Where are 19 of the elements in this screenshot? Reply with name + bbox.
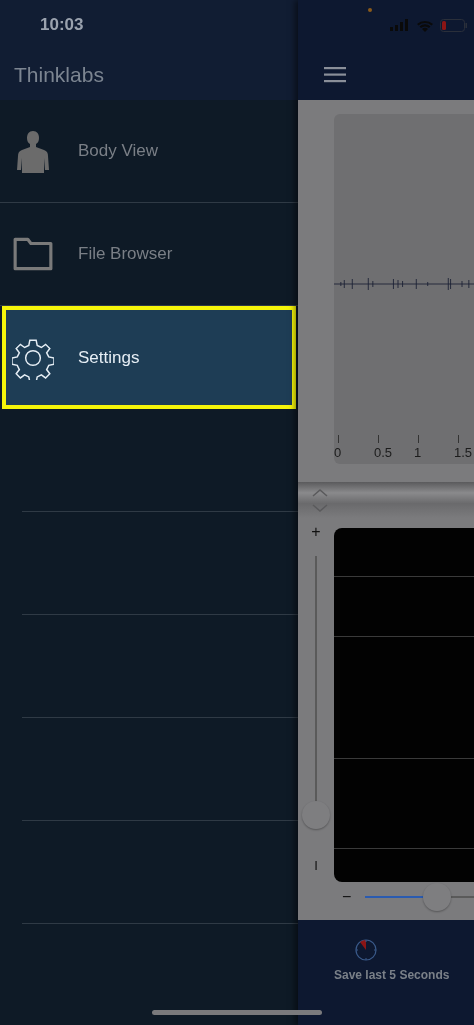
signal-icon xyxy=(390,19,410,31)
timer-icon xyxy=(354,938,378,962)
axis-label: 1.5 xyxy=(454,445,473,460)
menu-item[interactable]: Body View xyxy=(0,100,298,203)
plus-label: + xyxy=(311,524,321,540)
status-time: 10:03 xyxy=(40,15,84,35)
slider-thumb[interactable] xyxy=(302,801,330,830)
minus-label: I xyxy=(314,858,318,874)
wifi-icon xyxy=(416,18,434,32)
axis-label: 1 xyxy=(414,445,422,460)
slider-thumb[interactable] xyxy=(423,883,452,911)
axis-label: 0 xyxy=(334,445,342,460)
battery-icon xyxy=(440,18,468,32)
app-title: Thinklabs xyxy=(14,63,104,87)
menu-item[interactable]: Settings xyxy=(2,306,296,409)
menu-icon[interactable] xyxy=(324,67,346,83)
minus-label: − xyxy=(342,888,352,906)
splitter-handle[interactable] xyxy=(298,482,474,518)
axis-label: 0.5 xyxy=(374,445,393,460)
